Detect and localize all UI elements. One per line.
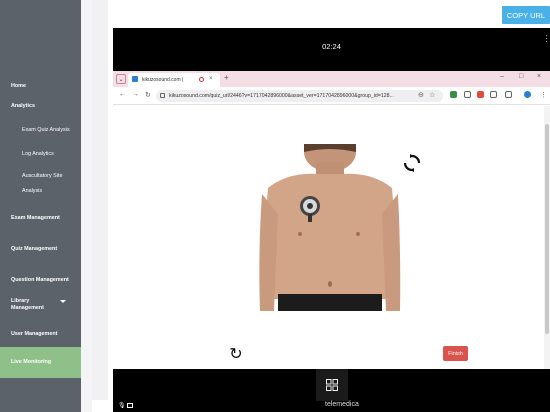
extension-icon[interactable] (450, 91, 457, 98)
record-icon (199, 77, 204, 82)
sidebar-item-auscultatory-site[interactable]: Auscultatory Site (0, 173, 81, 180)
shared-browser-window: ⌄ kikuzosound.com | × + – □ × ← → ↻ kiku… (113, 71, 550, 369)
tab-title: kikuzosound.com | (142, 77, 184, 83)
quiz-page: ↻ Finish (113, 106, 550, 369)
new-tab-icon[interactable]: + (224, 73, 229, 82)
minimize-icon[interactable]: – (500, 73, 504, 80)
sidebar-item-quiz-management[interactable]: Quiz Management (0, 246, 81, 253)
sync-icon[interactable] (403, 154, 421, 172)
forward-icon[interactable]: → (132, 91, 139, 98)
finish-button[interactable]: Finish (443, 346, 468, 361)
chevron-down-icon[interactable] (60, 300, 66, 303)
extension-icon[interactable] (477, 91, 484, 98)
session-timer: 02:24 (322, 42, 341, 51)
patient-torso-image[interactable] (258, 144, 401, 311)
grid-icon[interactable] (316, 369, 348, 401)
sidebar-item-label: Library (11, 298, 30, 304)
maximize-icon[interactable]: □ (519, 73, 523, 80)
url-text: kikuzosound.com/quiz_url/2446?v=17170428… (169, 93, 394, 99)
url-input[interactable]: kikuzosound.com/quiz_url/2446?v=17170428… (156, 90, 443, 102)
close-window-icon[interactable]: × (537, 73, 541, 80)
bookmark-star-icon[interactable]: ☆ (429, 91, 435, 99)
sidebar-panel-icon[interactable] (505, 91, 512, 98)
zoom-icon[interactable]: ⊖ (418, 91, 424, 99)
panel-gutter (92, 0, 108, 400)
sidebar-item-live-monitoring[interactable]: Live Monitoring (0, 347, 81, 378)
camera-icon[interactable] (127, 403, 133, 408)
browser-menu-icon[interactable]: ⋮ (540, 91, 547, 99)
sidebar: Home Analytics Exam Quiz Analysis Log An… (0, 0, 81, 412)
address-bar: ← → ↻ kikuzosound.com/quiz_url/2446?v=17… (113, 87, 550, 105)
sidebar-item-label: Management (11, 305, 44, 311)
sidebar-item-home[interactable]: Home (0, 83, 81, 90)
back-icon[interactable]: ← (119, 91, 126, 98)
sidebar-item-label: Live Monitoring (11, 359, 52, 365)
sidebar-item-library-management[interactable]: Library Management (0, 298, 81, 312)
tab-list-icon[interactable]: ⌄ (116, 74, 126, 84)
reload-icon[interactable]: ↻ (145, 91, 151, 99)
sidebar-item-exam-management[interactable]: Exam Management (0, 215, 81, 222)
profile-avatar-icon[interactable] (524, 91, 531, 98)
brand-logo: telemedica (325, 401, 359, 408)
sidebar-item-exam-quiz-analysis[interactable]: Exam Quiz Analysis (0, 127, 81, 134)
refresh-icon[interactable]: ↻ (227, 346, 245, 364)
extensions-puzzle-icon[interactable] (490, 91, 497, 98)
grid-view-icon (326, 379, 338, 391)
mic-off-icon[interactable]: 🎙 (118, 402, 126, 409)
sidebar-item-user-management[interactable]: User Management (0, 331, 81, 338)
copy-url-button[interactable]: COPY URL (502, 6, 550, 24)
scrollbar[interactable] (544, 106, 550, 369)
scrollbar-thumb[interactable] (545, 124, 549, 334)
favicon-icon (132, 76, 138, 82)
close-icon[interactable]: × (209, 76, 213, 82)
browser-tab-bar: ⌄ kikuzosound.com | × + – □ × (113, 71, 550, 87)
sidebar-item-question-management[interactable]: Question Management (0, 277, 81, 284)
sidebar-item-analytics[interactable]: Analytics (0, 103, 81, 110)
browser-tab[interactable]: kikuzosound.com | × (128, 73, 220, 87)
sidebar-item-log-analytics[interactable]: Log Analytics (0, 151, 81, 158)
sidebar-item-analysis[interactable]: Analysis (0, 188, 81, 195)
site-info-icon[interactable] (160, 93, 165, 98)
kebab-menu-icon[interactable]: · · · (545, 32, 548, 46)
extension-icon[interactable] (464, 91, 471, 98)
